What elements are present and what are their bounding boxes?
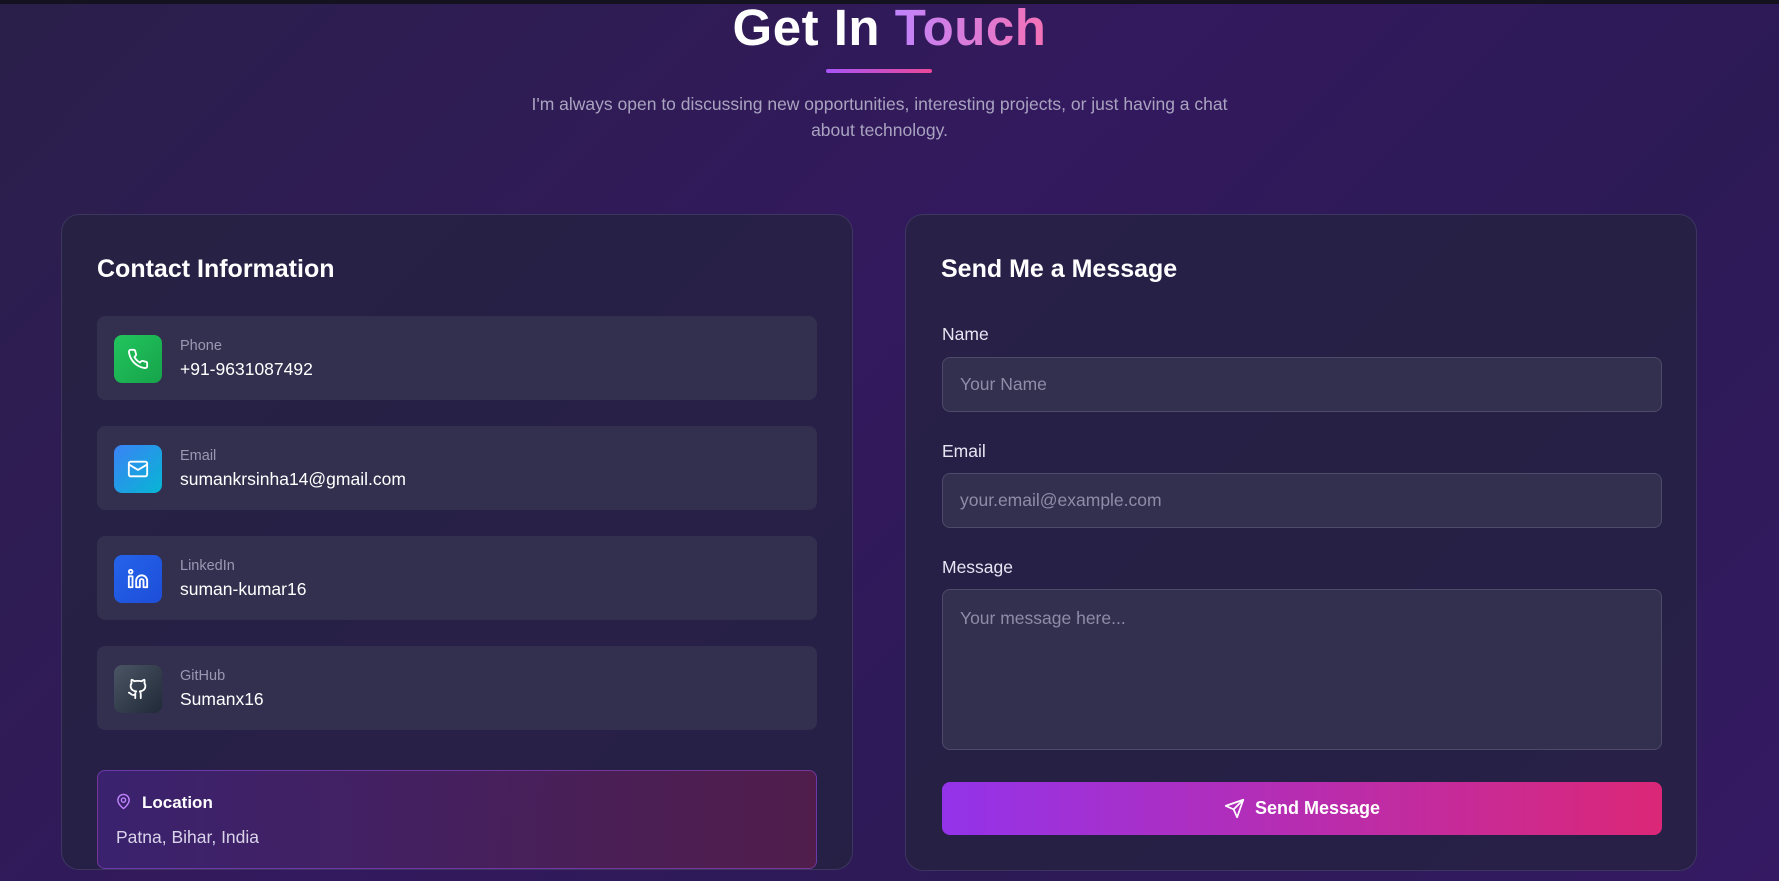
message-form-title: Send Me a Message: [941, 255, 1178, 283]
contact-info-title: Contact Information: [97, 255, 335, 283]
title-accent: Touch: [894, 0, 1047, 56]
location-title: Location: [142, 793, 213, 812]
message-textarea[interactable]: [942, 589, 1662, 750]
contact-item-phone[interactable]: Phone +91-9631087492: [97, 316, 817, 400]
page-subtitle: I'm always open to discussing new opport…: [531, 94, 1228, 140]
contact-info-card: Contact Information Phone +91-9631087492…: [61, 214, 853, 870]
name-input[interactable]: [942, 357, 1662, 412]
message-form-card: Send Me a Message Name Email Message Sen…: [905, 214, 1697, 871]
contact-item-value: Sumanx16: [180, 689, 264, 709]
contact-item-label: GitHub: [180, 668, 226, 684]
title-underline: [826, 69, 932, 73]
location-value: Patna, Bihar, India: [116, 827, 260, 847]
mail-icon: [114, 445, 162, 493]
page-title: Get In Touch: [0, 0, 1779, 60]
contact-item-label: Email: [180, 448, 217, 464]
contact-item-linkedin[interactable]: LinkedIn suman-kumar16: [97, 536, 817, 620]
map-pin-icon: [117, 793, 130, 810]
send-message-button[interactable]: Send Message: [942, 782, 1662, 835]
message-label: Message: [942, 557, 1014, 577]
title-main: Get In: [732, 0, 881, 56]
github-icon: [114, 665, 162, 713]
email-label: Email: [942, 441, 986, 461]
contact-item-label: Phone: [180, 338, 222, 354]
location-box: Location Patna, Bihar, India: [97, 770, 817, 869]
contact-item-value: sumankrsinha14@gmail.com: [180, 469, 406, 489]
contact-item-email[interactable]: Email sumankrsinha14@gmail.com: [97, 426, 817, 510]
linkedin-icon: [114, 555, 162, 603]
send-icon: [1224, 798, 1245, 819]
phone-icon: [114, 335, 162, 383]
name-label: Name: [942, 324, 989, 344]
contact-item-value: suman-kumar16: [180, 579, 307, 599]
email-input[interactable]: [942, 473, 1662, 528]
contact-item-github[interactable]: GitHub Sumanx16: [97, 646, 817, 730]
contact-item-label: LinkedIn: [180, 558, 235, 574]
send-message-label: Send Message: [1254, 798, 1381, 818]
contact-item-value: +91-9631087492: [180, 359, 313, 379]
